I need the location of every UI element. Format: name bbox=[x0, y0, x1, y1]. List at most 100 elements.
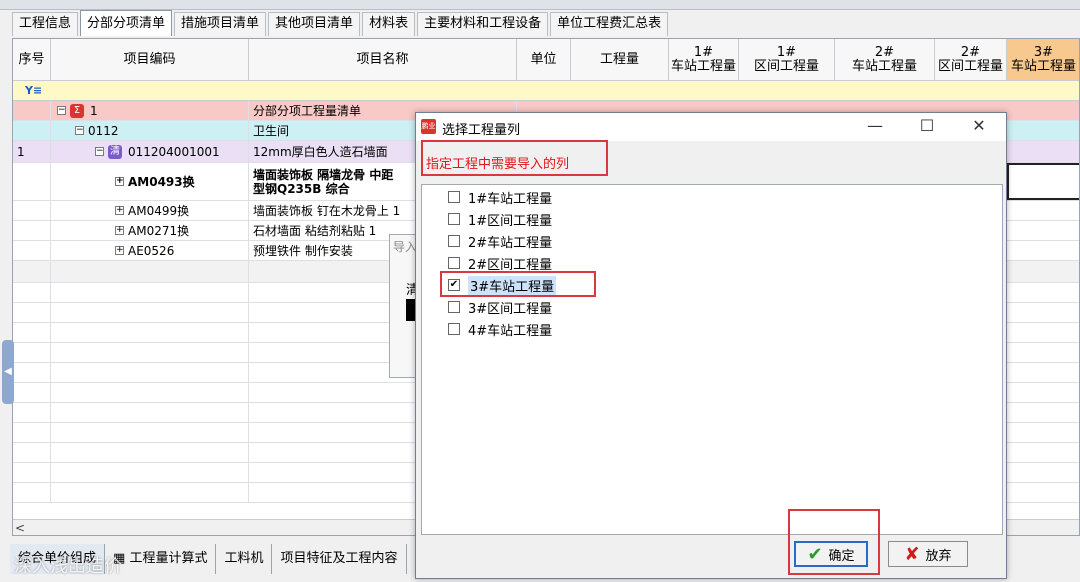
code-text: AE0526 bbox=[128, 243, 175, 258]
cancel-label: 放弃 bbox=[925, 548, 952, 564]
app-logo-icon: 鹏业 bbox=[421, 119, 436, 134]
option-2-station[interactable]: 2#车站工程量 bbox=[448, 231, 552, 251]
scroll-left-icon[interactable]: < bbox=[15, 521, 25, 535]
column-list: 1#车站工程量 1#区间工程量 2#车站工程量 2#区间工程量 ✔ 3#车站工程… bbox=[421, 184, 1003, 535]
cancel-button[interactable]: ✘ 放弃 bbox=[888, 541, 968, 567]
cell-code: + AM0499换 bbox=[51, 201, 249, 220]
cell-seq bbox=[13, 261, 51, 282]
dialog-titlebar[interactable]: 鹏业 选择工程量列 — ☐ ✕ bbox=[416, 113, 1006, 141]
option-1-section[interactable]: 1#区间工程量 bbox=[448, 209, 552, 229]
name-line-1: 墙面装饰板 隔墙龙骨 中距 bbox=[253, 167, 394, 182]
background-dialog-title: 导入 bbox=[393, 240, 418, 254]
cell-code bbox=[51, 363, 249, 382]
bill-badge-icon: 清 bbox=[108, 144, 122, 159]
cell-seq bbox=[13, 483, 51, 502]
cell-seq bbox=[13, 343, 51, 362]
checkbox[interactable] bbox=[448, 213, 460, 225]
checkbox[interactable] bbox=[448, 323, 460, 335]
option-1-station[interactable]: 1#车站工程量 bbox=[448, 187, 552, 207]
cell-seq bbox=[13, 463, 51, 482]
header-1-section[interactable]: 1# 区间工程量 bbox=[739, 39, 835, 81]
tab-materials[interactable]: 材料表 bbox=[362, 12, 416, 36]
cell-code: − 0112 bbox=[51, 121, 249, 140]
code-text: 011204001001 bbox=[128, 144, 220, 159]
cell-code bbox=[51, 463, 249, 482]
minimize-button[interactable]: — bbox=[852, 113, 898, 141]
option-label: 4#车站工程量 bbox=[468, 323, 553, 339]
option-label: 2#车站工程量 bbox=[468, 235, 553, 251]
header-1-station[interactable]: 1# 车站工程量 bbox=[669, 39, 739, 81]
header-qty[interactable]: 工程量 bbox=[571, 39, 669, 81]
cell-code bbox=[51, 261, 249, 282]
option-4-station[interactable]: 4#车站工程量 bbox=[448, 319, 552, 339]
cell-code: − 清 011204001001 bbox=[51, 141, 249, 162]
checkbox[interactable] bbox=[448, 301, 460, 313]
checkbox[interactable] bbox=[448, 191, 460, 203]
filter-row: Y≡ bbox=[13, 81, 1079, 101]
code-text: 1 bbox=[90, 103, 98, 118]
cell-code bbox=[51, 423, 249, 442]
tab-item-features[interactable]: 项目特征及工程内容 bbox=[272, 544, 407, 574]
cell-seq bbox=[13, 101, 51, 120]
option-2-section[interactable]: 2#区间工程量 bbox=[448, 253, 552, 273]
code-text: AM0499换 bbox=[128, 204, 190, 218]
selection-highlight-box bbox=[440, 271, 596, 297]
cell-seq bbox=[13, 221, 51, 240]
cell-code bbox=[51, 383, 249, 402]
tab-measures[interactable]: 措施项目清单 bbox=[174, 12, 267, 36]
sum-badge-icon: Σ bbox=[70, 103, 84, 118]
header-2-station[interactable]: 2# 车站工程量 bbox=[835, 39, 935, 81]
cell-seq bbox=[13, 283, 51, 302]
cell-seq bbox=[13, 423, 51, 442]
collapse-icon[interactable]: − bbox=[57, 106, 66, 115]
tab-cost-summary[interactable]: 单位工程费汇总表 bbox=[550, 12, 669, 36]
tab-main-materials[interactable]: 主要材料和工程设备 bbox=[417, 12, 549, 36]
cell-seq bbox=[13, 403, 51, 422]
name-line-2: 型钢Q235B 综合 bbox=[253, 181, 350, 196]
side-collapse-handle[interactable]: ◀ bbox=[2, 340, 14, 404]
filter-icon[interactable]: Y≡ bbox=[25, 84, 43, 98]
header-2-section[interactable]: 2# 区间工程量 bbox=[935, 39, 1007, 81]
cell-seq bbox=[13, 241, 51, 260]
selected-cell[interactable] bbox=[1007, 163, 1079, 200]
expand-icon[interactable]: + bbox=[115, 206, 124, 215]
cell-code bbox=[51, 343, 249, 362]
tab-labor-material[interactable]: 工料机 bbox=[216, 544, 273, 574]
cell-seq bbox=[13, 383, 51, 402]
checkbox[interactable] bbox=[448, 257, 460, 269]
tab-sub-items[interactable]: 分部分项清单 bbox=[80, 10, 173, 36]
maximize-button[interactable]: ☐ bbox=[904, 113, 950, 141]
cell-seq bbox=[13, 201, 51, 220]
header-code[interactable]: 项目编码 bbox=[51, 39, 249, 81]
cell-code bbox=[51, 303, 249, 322]
tab-project-info[interactable]: 工程信息 bbox=[12, 12, 79, 36]
expand-icon[interactable]: + bbox=[115, 226, 124, 235]
cell-code bbox=[51, 443, 249, 462]
header-seq[interactable]: 序号 bbox=[13, 39, 51, 81]
close-button[interactable]: ✕ bbox=[956, 113, 1002, 141]
cell-seq: 1 bbox=[13, 141, 51, 162]
tab-other-items[interactable]: 其他项目清单 bbox=[268, 12, 361, 36]
cell-seq bbox=[13, 443, 51, 462]
code-text: 0112 bbox=[88, 123, 119, 138]
cell-code: + AM0493换 bbox=[51, 163, 249, 200]
hint-highlight-box bbox=[421, 140, 608, 176]
select-quantity-column-dialog: 鹏业 选择工程量列 — ☐ ✕ 指定工程中需要导入的列 1#车站工程量 1#区间… bbox=[415, 112, 1007, 579]
header-3-station[interactable]: 3# 车站工程量 bbox=[1007, 39, 1079, 81]
cell-seq bbox=[13, 363, 51, 382]
watermark-text: 深入浅出造价 bbox=[14, 556, 122, 577]
checkbox[interactable] bbox=[448, 235, 460, 247]
cell-code bbox=[51, 403, 249, 422]
cell-code: + AM0271换 bbox=[51, 221, 249, 240]
cell-code bbox=[51, 323, 249, 342]
header-unit[interactable]: 单位 bbox=[517, 39, 571, 81]
collapse-icon[interactable]: − bbox=[95, 147, 104, 156]
option-3-section[interactable]: 3#区间工程量 bbox=[448, 297, 552, 317]
cell-code: − Σ 1 bbox=[51, 101, 249, 120]
collapse-icon[interactable]: − bbox=[75, 126, 84, 135]
cell-seq bbox=[13, 121, 51, 140]
expand-icon[interactable]: + bbox=[115, 177, 124, 186]
header-name[interactable]: 项目名称 bbox=[249, 39, 517, 81]
expand-icon[interactable]: + bbox=[115, 246, 124, 255]
cell-code bbox=[51, 283, 249, 302]
